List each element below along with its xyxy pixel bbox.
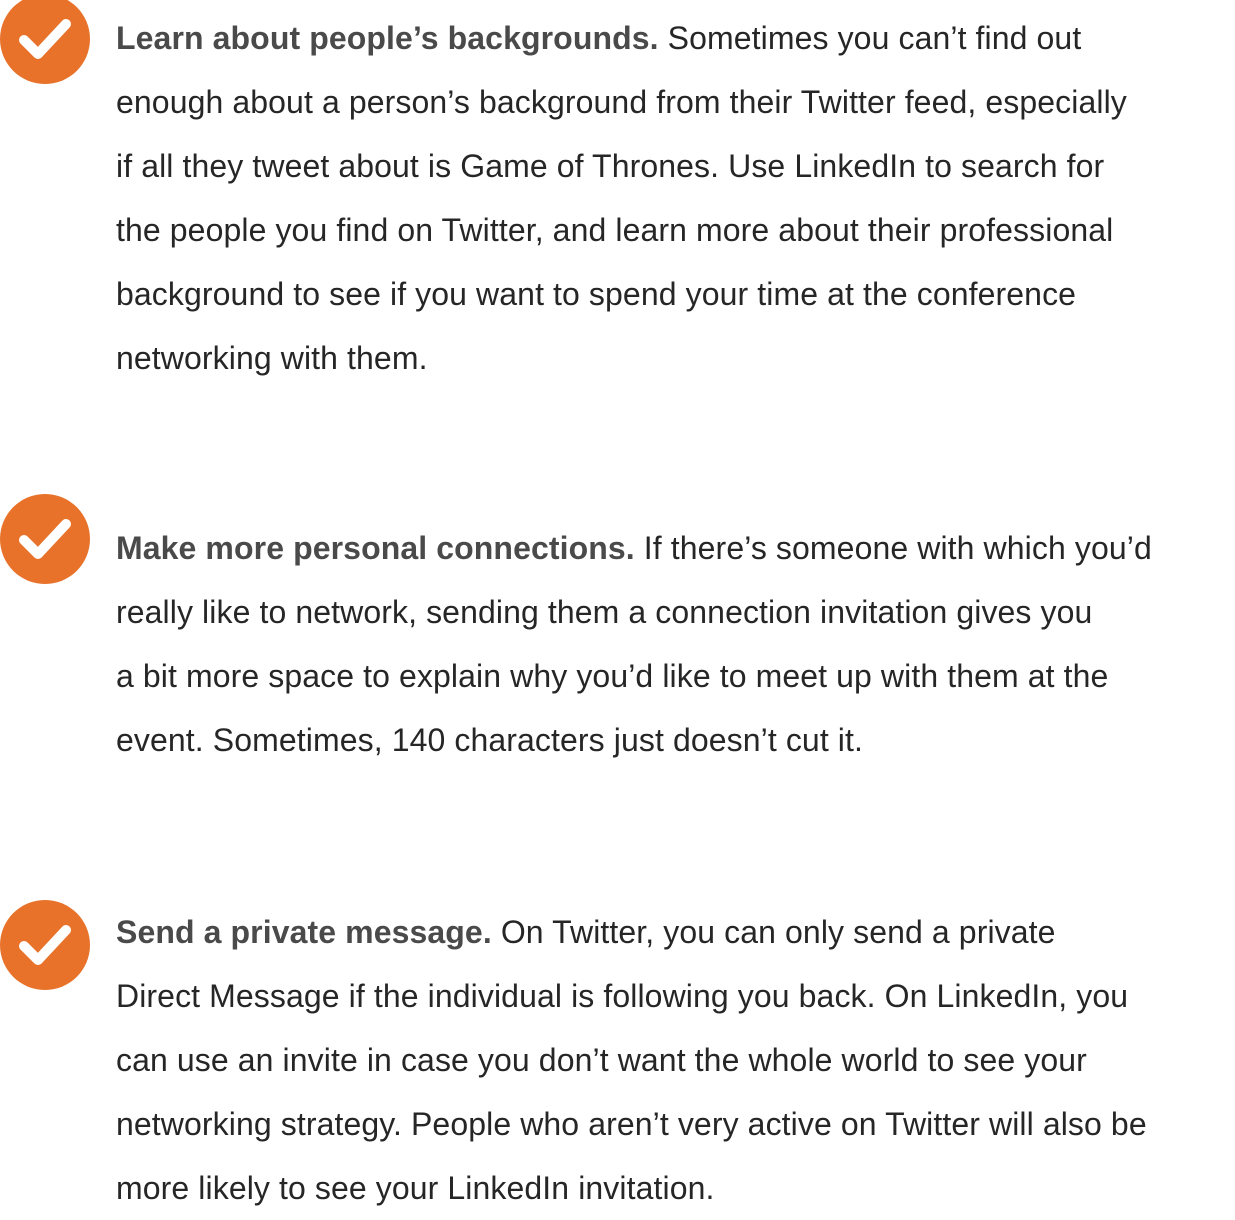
tip-body-line: networking strategy. People who aren’t v…	[116, 1106, 1147, 1142]
tip-lead: Make more personal connections.	[116, 530, 635, 566]
tip-body-line: if all they tweet about is Game of Thron…	[116, 148, 1105, 184]
tip-body-line: Direct Message if the individual is foll…	[116, 978, 1129, 1014]
tip-body-line: can use an invite in case you don’t want…	[116, 1042, 1087, 1078]
tip-body-line: background to see if you want to spend y…	[116, 276, 1077, 312]
tip-body-line: really like to network, sending them a c…	[116, 594, 1093, 630]
tip-body-line: networking with them.	[116, 340, 428, 376]
tip-body-line: If there’s someone with which you’d	[634, 530, 1152, 566]
tip-body-line: the people you find on Twitter, and lear…	[116, 212, 1114, 248]
tip-paragraph: Learn about people’s backgrounds. Someti…	[116, 6, 1231, 390]
tip-body-line: enough about a person’s background from …	[116, 84, 1127, 120]
tip-body-line: more likely to see your LinkedIn invitat…	[116, 1170, 715, 1206]
tip-paragraph: Send a private message. On Twitter, you …	[116, 900, 1231, 1220]
check-circle-icon	[0, 0, 90, 84]
check-circle-icon	[0, 494, 90, 584]
tip-body-line: event. Sometimes, 140 characters just do…	[116, 722, 863, 758]
tip-body-line: Sometimes you can’t find out	[658, 20, 1082, 56]
check-circle-icon	[0, 900, 90, 990]
tip-lead: Send a private message.	[116, 914, 492, 950]
tip-body-line: a bit more space to explain why you’d li…	[116, 658, 1109, 694]
tip-paragraph: Make more personal connections. If there…	[116, 516, 1231, 772]
tip-body-line: On Twitter, you can only send a private	[491, 914, 1056, 950]
tip-lead: Learn about people’s backgrounds.	[116, 20, 659, 56]
